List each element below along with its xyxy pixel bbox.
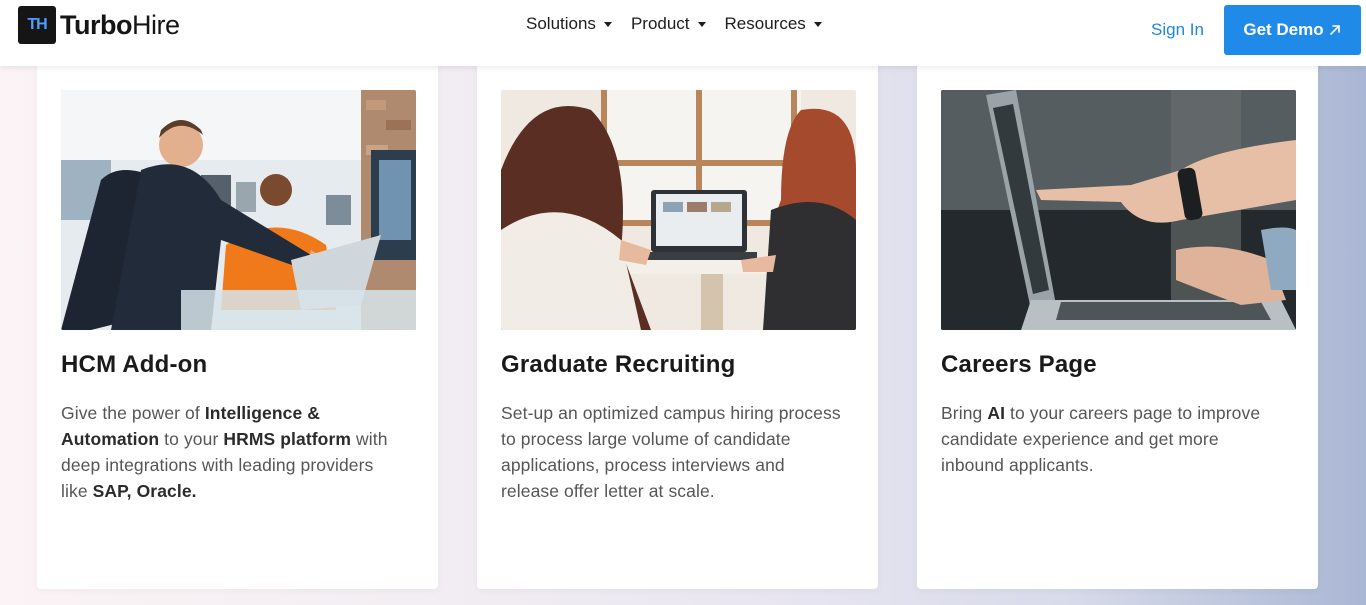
nav-resources-label: Resources [724,14,806,33]
chevron-down-icon [603,21,612,27]
campus-laptop-photo [501,90,856,330]
card-careers-page[interactable]: Careers Page Bring AI to your careers pa… [917,50,1318,589]
main-nav: Solutions Product Resources [526,14,822,34]
chevron-down-icon [813,21,822,27]
chevron-down-icon [697,21,706,27]
card-description: Give the power of Intelligence & Automat… [61,400,401,504]
nav-resources[interactable]: Resources [725,14,822,34]
laptop-pointing-photo [941,90,1296,330]
desc-bold: AI [987,403,1006,423]
site-header: TH TurboHire Solutions Product Resources… [0,0,1366,66]
card-title: HCM Add-on [61,351,208,378]
sign-in-link[interactable]: Sign In [1151,20,1204,40]
card-title: Graduate Recruiting [501,351,736,378]
logo-mark: TH [18,6,56,44]
card-graduate-recruiting[interactable]: Graduate Recruiting Set-up an optimized … [477,50,878,589]
nav-solutions-label: Solutions [526,14,596,33]
arrow-up-right-icon [1329,25,1340,35]
card-description: Set-up an optimized campus hiring proces… [501,400,841,504]
desc-text: Set-up an optimized campus hiring proces… [501,403,841,501]
turbohire-logo[interactable]: TH TurboHire [18,6,180,44]
card-title: Careers Page [941,351,1097,378]
desc-text: Give the power of [61,403,205,423]
desc-bold: HRMS platform [223,429,352,449]
card-hcm-addon[interactable]: HCM Add-on Give the power of Intelligenc… [37,50,438,589]
nav-solutions[interactable]: Solutions [526,14,612,34]
nav-product-label: Product [630,14,690,33]
get-demo-label: Get Demo [1243,20,1324,39]
logo-wordmark: TurboHire [60,9,180,40]
desc-bold: SAP, Oracle. [92,481,197,501]
nav-product[interactable]: Product [631,14,706,34]
get-demo-button[interactable]: Get Demo [1224,5,1361,55]
desc-text: Bring [941,403,988,423]
card-description: Bring AI to your careers page to improve… [941,400,1281,478]
office-handshake-photo [61,90,416,330]
desc-text: to your [159,429,224,449]
